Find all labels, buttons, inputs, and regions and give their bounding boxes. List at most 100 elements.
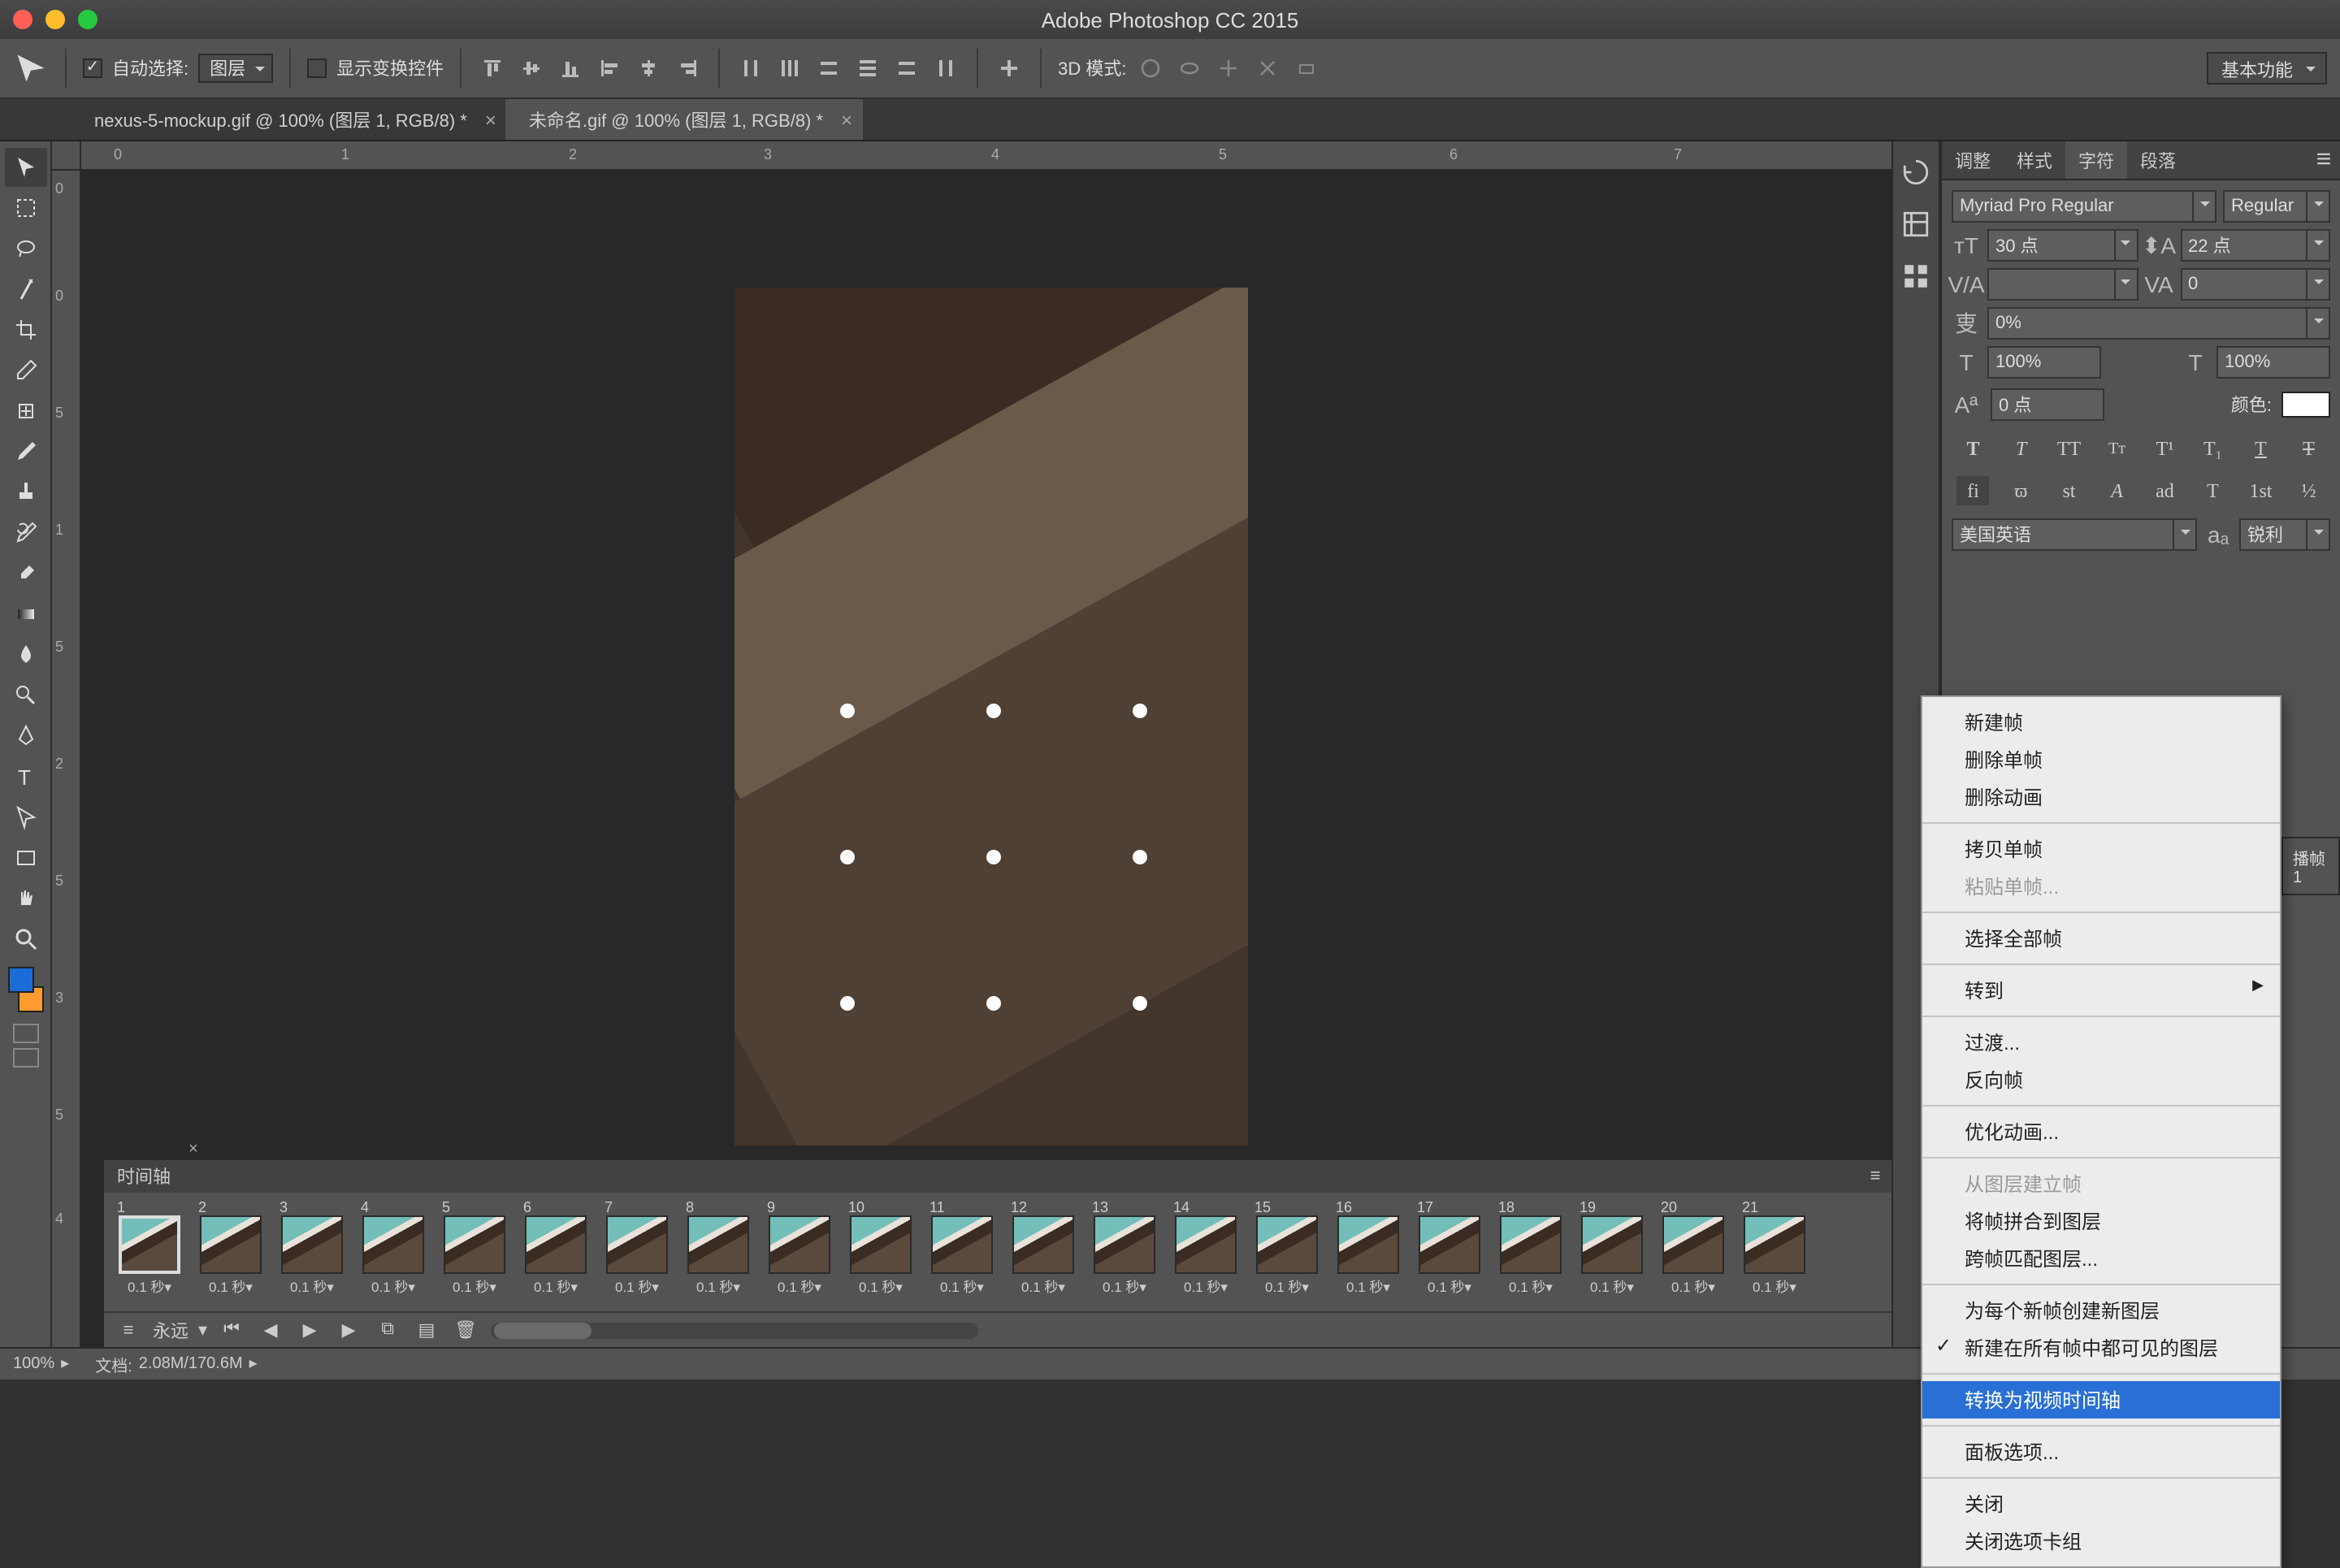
panel-tab-paragraph[interactable]: 段落 bbox=[2127, 141, 2189, 179]
frame-delay[interactable]: 0.1 秒▾ bbox=[615, 1277, 659, 1297]
distribute-v1-icon[interactable] bbox=[853, 54, 882, 83]
magic-wand-tool[interactable] bbox=[4, 270, 46, 309]
halfwidth-button[interactable]: ½ bbox=[2293, 476, 2325, 505]
play-button[interactable]: ▶ bbox=[295, 1317, 324, 1343]
timeline-frame[interactable]: 90.1 秒▾ bbox=[760, 1199, 838, 1297]
document-tab[interactable]: 未命名.gif @ 100% (图层 1, RGB/8) * × bbox=[506, 99, 862, 140]
path-selection-tool[interactable] bbox=[4, 798, 46, 837]
window-minimize-button[interactable] bbox=[46, 10, 65, 29]
prev-frame-button[interactable]: ◀ bbox=[256, 1317, 285, 1343]
menu-item-optimize-animation[interactable]: 优化动画... bbox=[1922, 1113, 2280, 1150]
swatches-panel-icon[interactable] bbox=[1898, 258, 1934, 294]
menu-item-new-frame[interactable]: 新建帧 bbox=[1922, 704, 2280, 741]
timeline-frame[interactable]: 30.1 秒▾ bbox=[273, 1199, 351, 1297]
zoom-tool[interactable] bbox=[4, 920, 46, 959]
frame-delay[interactable]: 0.1 秒▾ bbox=[1428, 1277, 1471, 1297]
delete-frame-button[interactable]: 🗑 bbox=[451, 1317, 480, 1343]
frame-delay[interactable]: 0.1 秒▾ bbox=[453, 1277, 496, 1297]
baseline-shift-input[interactable]: 0 点 bbox=[1991, 388, 2104, 421]
3d-pan-icon[interactable] bbox=[1215, 54, 1244, 83]
hand-tool[interactable] bbox=[4, 879, 46, 918]
window-maximize-button[interactable] bbox=[78, 10, 98, 29]
menu-item-select-all-frames[interactable]: 选择全部帧 bbox=[1922, 920, 2280, 957]
menu-item-delete-frame[interactable]: 删除单帧 bbox=[1922, 741, 2280, 778]
frame-delay[interactable]: 0.1 秒▾ bbox=[128, 1277, 171, 1297]
fractions-button[interactable]: 1st bbox=[2245, 476, 2277, 505]
panel-menu-icon[interactable]: ≡ bbox=[2308, 141, 2340, 179]
crop-tool[interactable] bbox=[4, 310, 46, 349]
italic-button[interactable]: T bbox=[2005, 434, 2038, 463]
frame-delay[interactable]: 0.1 秒▾ bbox=[778, 1277, 821, 1297]
timeline-menu-icon[interactable]: ≡ bbox=[114, 1317, 143, 1343]
align-top-icon[interactable] bbox=[478, 54, 507, 83]
frame-delay[interactable]: 0.1 秒▾ bbox=[534, 1277, 578, 1297]
distribute-v2-icon[interactable] bbox=[892, 54, 921, 83]
menu-item-new-layer-visible-all-frames[interactable]: 新建在所有帧中都可见的图层 bbox=[1922, 1329, 2280, 1367]
kerning-input[interactable] bbox=[1987, 268, 2138, 301]
align-bottom-icon[interactable] bbox=[556, 54, 585, 83]
align-left-icon[interactable] bbox=[595, 54, 624, 83]
timeline-frame[interactable]: 40.1 秒▾ bbox=[354, 1199, 432, 1297]
baseline-pct-input[interactable]: 0% bbox=[1987, 307, 2330, 340]
color-swatches[interactable] bbox=[4, 967, 46, 1012]
close-tab-icon[interactable]: × bbox=[841, 108, 852, 131]
timeline-frame[interactable]: 120.1 秒▾ bbox=[1004, 1199, 1082, 1297]
menu-item-new-layer-per-frame[interactable]: 为每个新帧创建新图层 bbox=[1922, 1292, 2280, 1329]
canvas-document[interactable] bbox=[734, 288, 1248, 1146]
frame-delay[interactable]: 0.1 秒▾ bbox=[209, 1277, 253, 1297]
move-tool[interactable] bbox=[4, 148, 46, 187]
timeline-frame[interactable]: 180.1 秒▾ bbox=[1492, 1199, 1570, 1297]
menu-item-close-panel[interactable]: 关闭 bbox=[1922, 1485, 2280, 1523]
timeline-frame[interactable]: 100.1 秒▾ bbox=[842, 1199, 920, 1297]
timeline-frame[interactable]: 10.1 秒▾ bbox=[110, 1199, 188, 1297]
properties-panel-icon[interactable] bbox=[1898, 206, 1934, 242]
frame-delay[interactable]: 0.1 秒▾ bbox=[696, 1277, 740, 1297]
dodge-tool[interactable] bbox=[4, 676, 46, 715]
align-vcenter-icon[interactable] bbox=[517, 54, 546, 83]
frame-delay[interactable]: 0.1 秒▾ bbox=[859, 1277, 903, 1297]
language-dropdown[interactable]: 美国英语 bbox=[1952, 518, 2197, 551]
timeline-frame[interactable]: 80.1 秒▾ bbox=[679, 1199, 757, 1297]
ordinals-button[interactable]: T bbox=[2197, 476, 2230, 505]
swash-button[interactable]: A bbox=[2101, 476, 2134, 505]
timeline-frame[interactable]: 150.1 秒▾ bbox=[1248, 1199, 1326, 1297]
subscript-button[interactable]: T₁ bbox=[2197, 434, 2230, 463]
vertical-ruler[interactable]: 0 0 5 1 5 2 5 3 5 4 bbox=[52, 171, 81, 1347]
smallcaps-button[interactable]: Tᴛ bbox=[2101, 434, 2134, 463]
underline-button[interactable]: T bbox=[2245, 434, 2277, 463]
menu-item-reverse-frames[interactable]: 反向帧 bbox=[1922, 1061, 2280, 1098]
tween-button[interactable]: ⧉ bbox=[373, 1317, 402, 1343]
align-hcenter-icon[interactable] bbox=[634, 54, 663, 83]
vscale-input[interactable]: 100% bbox=[2216, 346, 2330, 379]
auto-select-checkbox[interactable] bbox=[83, 58, 102, 78]
allcaps-button[interactable]: TT bbox=[2053, 434, 2086, 463]
healing-brush-tool[interactable] bbox=[4, 392, 46, 431]
frame-delay[interactable]: 0.1 秒▾ bbox=[1265, 1277, 1309, 1297]
menu-item-copy-frame[interactable]: 拷贝单帧 bbox=[1922, 830, 2280, 868]
bold-button[interactable]: T bbox=[1957, 434, 1990, 463]
panel-tab-character[interactable]: 字符 bbox=[2065, 141, 2127, 179]
eraser-tool[interactable] bbox=[4, 554, 46, 593]
timeline-frame[interactable]: 20.1 秒▾ bbox=[192, 1199, 270, 1297]
pen-tool[interactable] bbox=[4, 717, 46, 756]
timeline-scrollbar[interactable] bbox=[490, 1322, 977, 1338]
ligature-calt-button[interactable]: ϖ bbox=[2005, 476, 2038, 505]
timeline-frame[interactable]: 60.1 秒▾ bbox=[517, 1199, 595, 1297]
panel-close-icon[interactable]: × bbox=[188, 1141, 208, 1160]
titling-button[interactable]: ad bbox=[2149, 476, 2182, 505]
auto-select-target-dropdown[interactable]: 图层 bbox=[198, 54, 273, 83]
frame-delay[interactable]: 0.1 秒▾ bbox=[1184, 1277, 1228, 1297]
eyedropper-tool[interactable] bbox=[4, 351, 46, 390]
text-color-swatch[interactable] bbox=[2282, 392, 2330, 418]
menu-item-match-layers-across-frames[interactable]: 跨帧匹配图层... bbox=[1922, 1240, 2280, 1277]
panel-menu-icon[interactable]: ≡ bbox=[1859, 1167, 1892, 1186]
zoom-level[interactable]: 100% ▸ bbox=[13, 1355, 69, 1373]
loop-setting[interactable]: 永远 bbox=[153, 1317, 188, 1343]
distribute-h3-icon[interactable] bbox=[814, 54, 843, 83]
canvas-area[interactable]: 0 1 2 3 4 5 6 7 0 0 5 1 5 2 5 3 5 4 bbox=[52, 141, 1892, 1347]
frame-delay[interactable]: 0.1 秒▾ bbox=[1509, 1277, 1553, 1297]
frame-delay[interactable]: 0.1 秒▾ bbox=[1671, 1277, 1715, 1297]
ruler-origin[interactable] bbox=[52, 141, 81, 171]
timeline-frame[interactable]: 210.1 秒▾ bbox=[1736, 1199, 1814, 1297]
timeline-frame[interactable]: 140.1 秒▾ bbox=[1167, 1199, 1245, 1297]
